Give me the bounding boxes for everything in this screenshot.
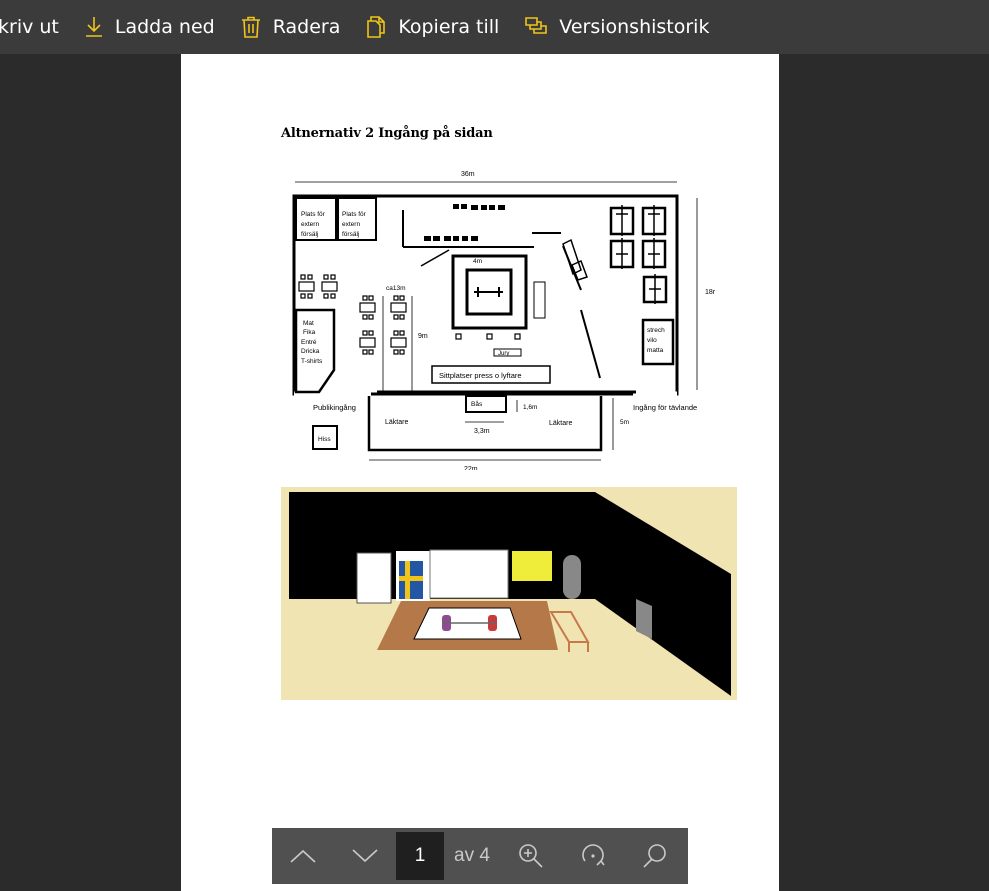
copy-to-button[interactable]: Kopiera till: [366, 0, 499, 54]
command-toolbar: kriv ut Ladda ned Radera Kopiera till Ve…: [0, 0, 989, 54]
chevron-down-icon: [352, 849, 378, 863]
search-button[interactable]: [624, 828, 686, 884]
plan-stand-left: Läktare: [385, 419, 408, 426]
copy-icon: [366, 16, 386, 38]
rotate-button[interactable]: [562, 828, 624, 884]
plan-athlete-entrance: Ingång för tävlande: [633, 403, 697, 412]
page-navigation-bar: av 4: [272, 828, 688, 884]
floor-plan-diagram: 36m 18r Plats för extern försälj Plats f…: [292, 171, 716, 470]
page-number-input[interactable]: [396, 832, 444, 880]
version-history-icon: [525, 17, 548, 37]
print-button[interactable]: kriv ut: [0, 0, 59, 54]
plan-stand-right: Läktare: [549, 420, 572, 427]
search-icon: [643, 844, 666, 868]
plan-dim-right: 18r: [705, 289, 716, 296]
document-page: Altnernativ 2 Ingång på sidan 36m 18r Pl…: [181, 54, 779, 891]
plan-seats-label: Sittplatser press o lyftare: [439, 371, 522, 380]
plan-booth: Bås: [471, 400, 483, 408]
plan-strech-mat: strech vilo matta: [647, 327, 667, 354]
zoom-in-button[interactable]: [500, 828, 562, 884]
plan-public-entrance: Publikingång: [313, 403, 356, 412]
venue-3d-render: [281, 487, 737, 700]
plan-dim-top: 36m: [461, 171, 475, 178]
plan-dim-bottom: 22m: [464, 466, 478, 470]
next-page-button[interactable]: [334, 828, 396, 884]
plan-dim-5: 5m: [620, 419, 629, 426]
rotate-icon: [582, 844, 605, 866]
plan-ca13m: ca13m: [386, 285, 406, 292]
page-count-label: av 4: [454, 845, 490, 866]
copy-label: Kopiera till: [398, 16, 500, 38]
document-heading: Altnernativ 2 Ingång på sidan: [281, 126, 493, 141]
delete-label: Radera: [272, 16, 341, 38]
zoom-in-icon: [519, 844, 543, 868]
food-stand: Mat Fika Entré Dricka T-shirts: [301, 320, 323, 365]
plan-dim-33: 3,3m: [474, 428, 490, 435]
vendor-box-1: Plats för extern försälj: [301, 211, 327, 238]
plan-dim-16: 1,6m: [523, 404, 537, 411]
chevron-up-icon: [290, 849, 316, 863]
plan-4m: 4m: [473, 258, 482, 265]
plan-lift: Hiss: [318, 436, 331, 443]
plan-jury: Jury: [498, 351, 509, 357]
download-button[interactable]: Ladda ned: [85, 0, 215, 54]
version-history-button[interactable]: Versionshistorik: [525, 0, 709, 54]
download-icon: [85, 16, 103, 38]
previous-page-button[interactable]: [272, 828, 334, 884]
delete-button[interactable]: Radera: [241, 0, 341, 54]
print-label: kriv ut: [0, 16, 59, 38]
download-label: Ladda ned: [114, 16, 215, 38]
trash-icon: [241, 16, 261, 38]
version-history-label: Versionshistorik: [559, 16, 710, 38]
vendor-box-2: Plats för extern försälj: [342, 211, 368, 238]
plan-9m: 9m: [418, 333, 428, 340]
